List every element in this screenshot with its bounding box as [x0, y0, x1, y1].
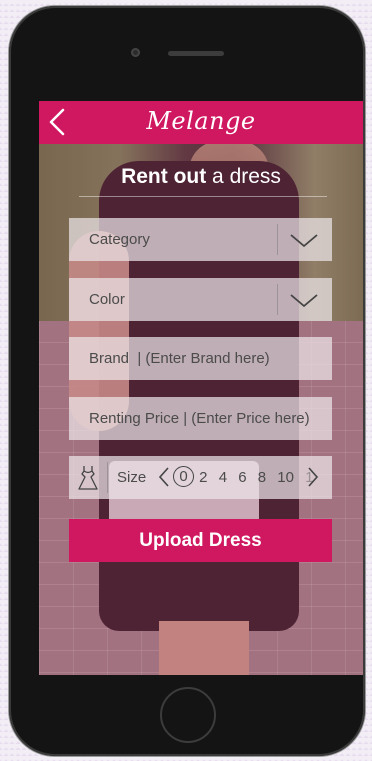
upload-dress-button[interactable]: Upload Dress — [69, 519, 332, 562]
price-input[interactable] — [69, 397, 332, 440]
page-title-rest: a dress — [206, 165, 281, 188]
chevron-right-icon[interactable] — [306, 466, 320, 488]
app-title: Melange — [146, 107, 256, 135]
phone-frame: Melange Rent out a dress Category Color — [9, 6, 365, 756]
earpiece-speaker — [168, 51, 224, 56]
size-label: Size — [117, 469, 147, 486]
nav-bar: Melange — [39, 101, 363, 144]
size-selector: Size 0 2 4 6 8 10 1 — [69, 456, 332, 499]
color-label: Color — [89, 291, 125, 308]
dress-icon — [78, 466, 98, 490]
price-field-wrapper — [69, 397, 332, 440]
size-option[interactable]: 10 — [277, 456, 294, 499]
brand-field-wrapper — [69, 337, 332, 380]
color-select[interactable]: Color — [69, 278, 332, 321]
size-option[interactable]: 6 — [238, 456, 246, 499]
size-option[interactable]: 8 — [258, 456, 266, 499]
category-select[interactable]: Category — [69, 218, 332, 261]
dropdown-divider — [277, 224, 278, 255]
home-button[interactable] — [160, 687, 216, 743]
chevron-left-icon[interactable] — [157, 466, 171, 488]
app-screen: Melange Rent out a dress Category Color — [39, 101, 363, 675]
page-title: Rent out a dress — [39, 165, 363, 189]
size-divider — [107, 462, 108, 493]
front-camera — [131, 48, 140, 57]
size-option-selected[interactable]: 0 — [173, 466, 194, 488]
chevron-down-icon[interactable] — [288, 230, 320, 250]
size-options: 0 2 4 6 8 10 1 — [173, 456, 313, 499]
size-option[interactable]: 2 — [199, 456, 207, 499]
chevron-down-icon[interactable] — [288, 290, 320, 310]
title-divider — [79, 196, 327, 197]
size-option[interactable]: 4 — [219, 456, 227, 499]
dropdown-divider — [277, 284, 278, 315]
category-label: Category — [89, 231, 150, 248]
page-title-bold: Rent out — [121, 165, 207, 188]
brand-input[interactable] — [69, 337, 332, 380]
